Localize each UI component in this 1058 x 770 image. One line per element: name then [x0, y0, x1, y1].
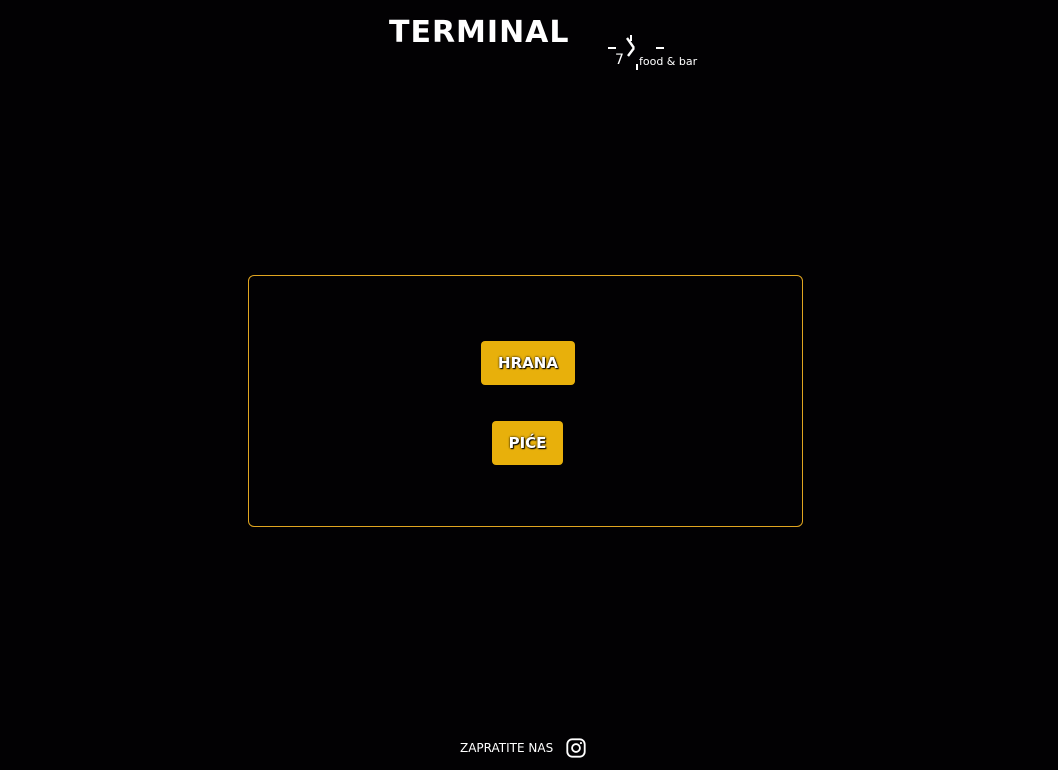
drinks-button[interactable]: PIĆE — [492, 421, 563, 465]
drinks-button-label: PIĆE — [508, 434, 547, 452]
food-button-label: HRANA — [498, 354, 558, 372]
logo-tagline: food & bar — [639, 55, 698, 68]
food-button[interactable]: HRANA — [481, 341, 575, 385]
instagram-icon[interactable] — [565, 737, 587, 759]
follow-us-label: ZAPRATITE NAS — [460, 741, 554, 755]
page: TERMINAL 7 food & bar HRANA PIĆE ZAPRATI… — [0, 0, 1058, 770]
logo[interactable]: TERMINAL 7 food & bar — [389, 16, 709, 72]
footer: ZAPRATITE NAS — [460, 736, 587, 760]
logo-number: 7 — [615, 52, 624, 68]
menu-panel: HRANA PIĆE — [248, 275, 803, 527]
logo-wordmark: TERMINAL — [389, 15, 570, 50]
